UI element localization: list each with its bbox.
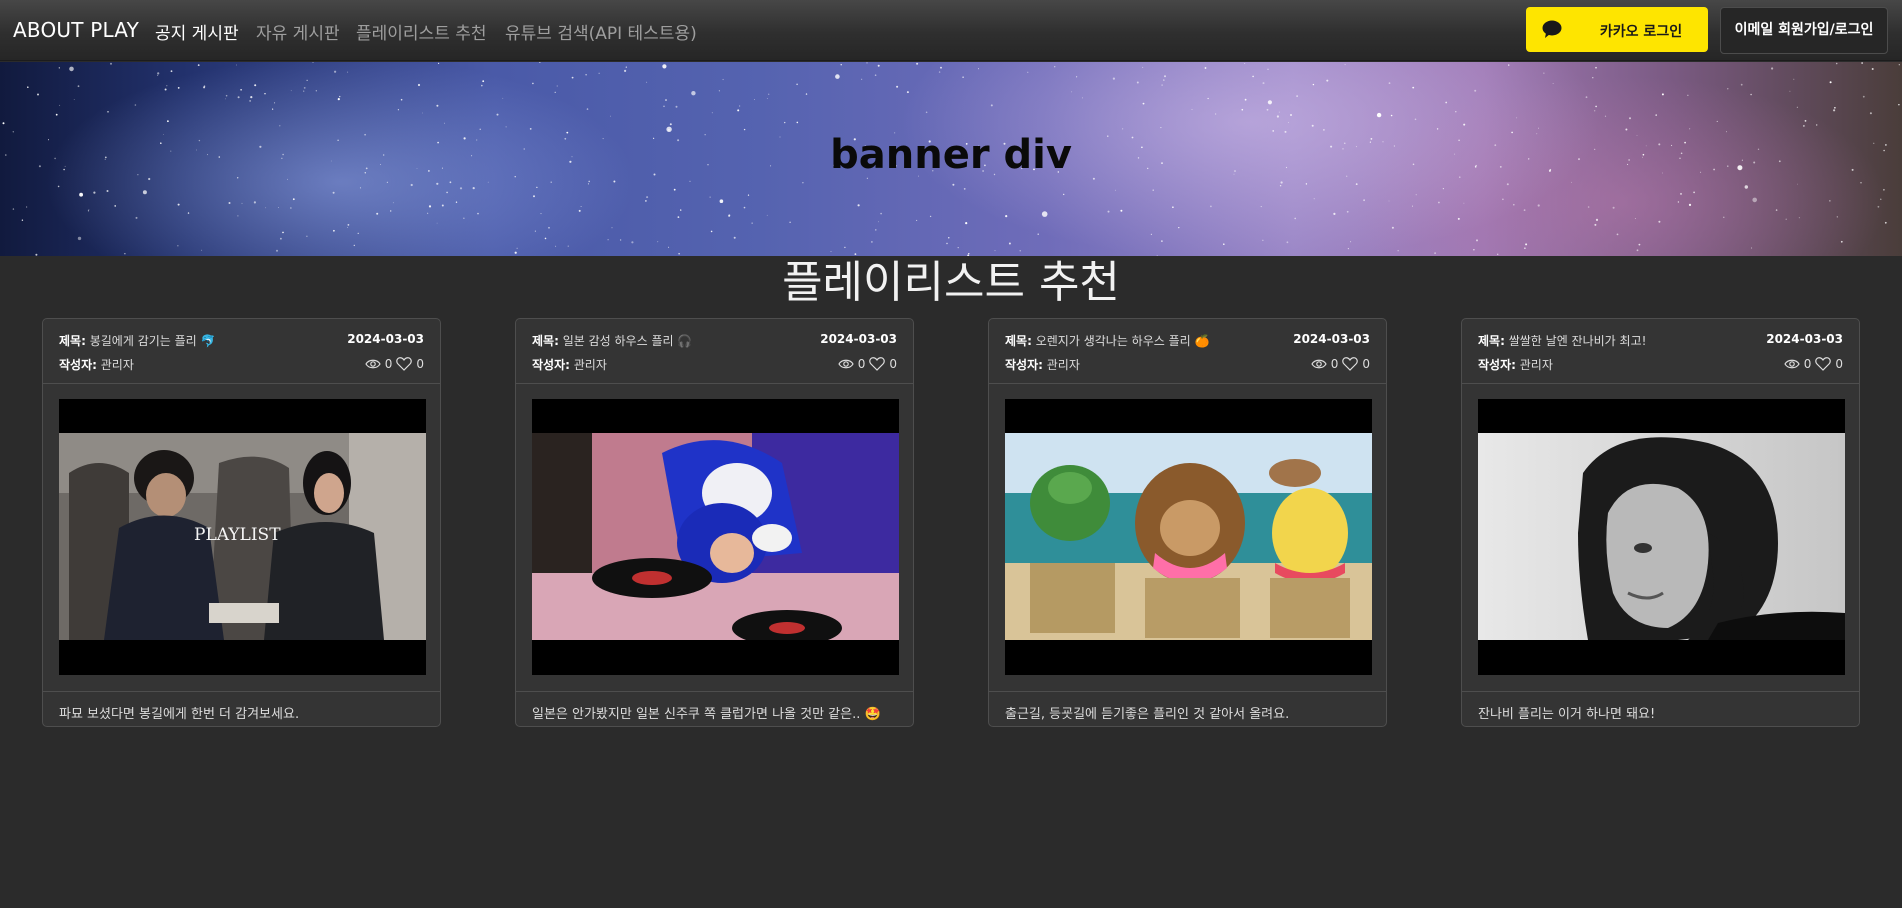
card-author: 작성자: 관리자: [59, 358, 134, 372]
thumbnail-image: [1005, 433, 1372, 640]
card-stats: 0 0: [365, 356, 424, 371]
card-author: 작성자: 관리자: [1478, 358, 1553, 372]
page-title: 플레이리스트 추천: [782, 257, 1120, 308]
like-count: 0: [416, 356, 424, 371]
card-footer: 출근길, 등굣길에 듣기좋은 플리인 것 같아서 올려요.: [989, 691, 1386, 726]
thumbnail-overlay-text: PLAYLIST: [194, 525, 281, 545]
card-title[interactable]: 제목: 일본 감성 하우스 플리 🎧: [532, 332, 692, 349]
card-stats: 0 0: [838, 356, 897, 371]
card-header: 제목: 쌀쌀한 날엔 잔나비가 최고! 2024-03-03 작성자: 관리자 …: [1462, 319, 1859, 384]
card-description: 잔나비 플리는 이거 하나면 돼요!: [1478, 707, 1656, 722]
playlist-card[interactable]: 제목: 봉길에게 감기는 플리 🐬 2024-03-03 작성자: 관리자 0 …: [42, 318, 441, 727]
nav-item-playlist-recommend[interactable]: 플레이리스트 추천: [356, 19, 487, 44]
like-count: 0: [1835, 356, 1843, 371]
banner-title: banner div: [830, 132, 1072, 178]
like-count: 0: [1362, 356, 1370, 371]
heart-icon[interactable]: [1342, 356, 1359, 371]
email-login-button[interactable]: 이메일 회원가입/로그인: [1720, 7, 1888, 54]
card-stats: 0 0: [1784, 356, 1843, 371]
playlist-card[interactable]: 제목: 일본 감성 하우스 플리 🎧 2024-03-03 작성자: 관리자 0…: [515, 318, 914, 727]
eye-icon: [838, 359, 854, 368]
card-footer: 잔나비 플리는 이거 하나면 돼요!: [1462, 691, 1859, 726]
banner: banner div: [0, 62, 1902, 256]
card-description: 파묘 보셨다면 봉길에게 한번 더 감겨보세요.: [59, 707, 300, 722]
heart-icon[interactable]: [869, 356, 886, 371]
card-author: 작성자: 관리자: [1005, 358, 1080, 372]
like-count: 0: [889, 356, 897, 371]
heart-icon[interactable]: [1815, 356, 1832, 371]
video-thumbnail[interactable]: PLAYLIST: [59, 399, 426, 675]
eye-icon: [1784, 359, 1800, 368]
card-author: 작성자: 관리자: [532, 358, 607, 372]
thumbnail-image: [532, 433, 899, 640]
view-count: 0: [1803, 356, 1812, 371]
kakao-login-button[interactable]: 카카오 로그인: [1526, 7, 1708, 52]
card-header: 제목: 봉길에게 감기는 플리 🐬 2024-03-03 작성자: 관리자 0 …: [43, 319, 440, 384]
playlist-card[interactable]: 제목: 쌀쌀한 날엔 잔나비가 최고! 2024-03-03 작성자: 관리자 …: [1461, 318, 1860, 727]
card-date: 2024-03-03: [347, 332, 424, 346]
kakao-login-label: 카카오 로그인: [1599, 24, 1683, 40]
top-navbar: ABOUT PLAY 공지 게시판 자유 게시판 플레이리스트 추천 유튜브 검…: [0, 0, 1902, 61]
heart-icon[interactable]: [396, 356, 413, 371]
view-count: 0: [1330, 356, 1339, 371]
card-footer: 파묘 보셨다면 봉길에게 한번 더 감겨보세요.: [43, 691, 440, 726]
kakao-chat-icon: [1542, 20, 1562, 38]
card-title[interactable]: 제목: 쌀쌀한 날엔 잔나비가 최고!: [1478, 332, 1646, 349]
card-title[interactable]: 제목: 봉길에게 감기는 플리 🐬: [59, 332, 215, 349]
nav-item-free-board[interactable]: 자유 게시판: [256, 19, 340, 44]
thumbnail-image: [1478, 433, 1845, 640]
card-description: 출근길, 등굣길에 듣기좋은 플리인 것 같아서 올려요.: [1005, 707, 1290, 722]
card-date: 2024-03-03: [1293, 332, 1370, 346]
thumbnail-image: PLAYLIST: [59, 433, 426, 640]
eye-icon: [1311, 359, 1327, 368]
brand-logo[interactable]: ABOUT PLAY: [13, 18, 139, 42]
card-title[interactable]: 제목: 오렌지가 생각나는 하우스 플리 🍊: [1005, 332, 1209, 349]
eye-icon: [365, 359, 381, 368]
card-date: 2024-03-03: [1766, 332, 1843, 346]
view-count: 0: [857, 356, 866, 371]
view-count: 0: [384, 356, 393, 371]
nav-item-youtube-search[interactable]: 유튜브 검색(API 테스트용): [505, 19, 697, 44]
video-thumbnail[interactable]: [1478, 399, 1845, 675]
video-thumbnail[interactable]: [1005, 399, 1372, 675]
video-thumbnail[interactable]: [532, 399, 899, 675]
nav-item-notice-board[interactable]: 공지 게시판: [155, 19, 239, 44]
card-footer: 일본은 안가봤지만 일본 신주쿠 쪽 클럽가면 나올 것만 같은.. 🤩: [516, 691, 913, 726]
card-header: 제목: 오렌지가 생각나는 하우스 플리 🍊 2024-03-03 작성자: 관…: [989, 319, 1386, 384]
card-stats: 0 0: [1311, 356, 1370, 371]
playlist-card[interactable]: 제목: 오렌지가 생각나는 하우스 플리 🍊 2024-03-03 작성자: 관…: [988, 318, 1387, 727]
card-date: 2024-03-03: [820, 332, 897, 346]
card-description: 일본은 안가봤지만 일본 신주쿠 쪽 클럽가면 나올 것만 같은.. 🤩: [532, 707, 881, 722]
card-header: 제목: 일본 감성 하우스 플리 🎧 2024-03-03 작성자: 관리자 0…: [516, 319, 913, 384]
